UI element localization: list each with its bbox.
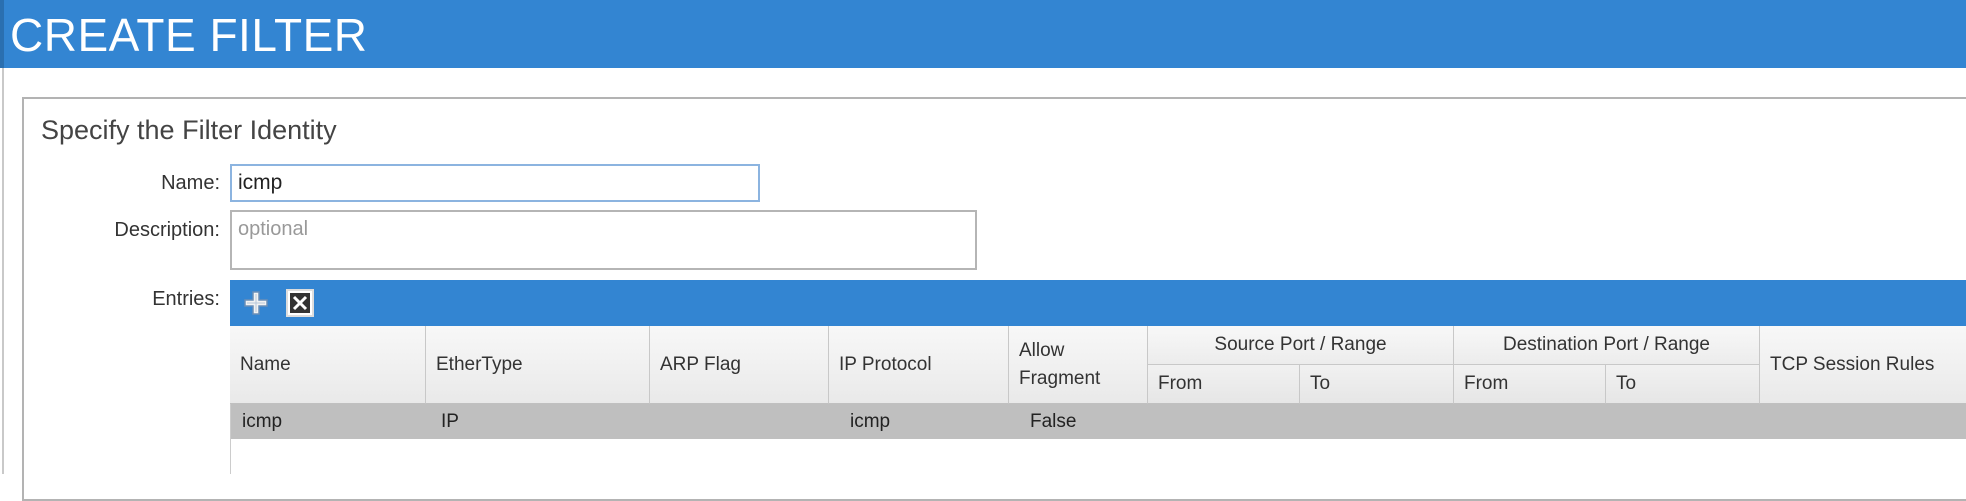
column-header-source-from[interactable]: From bbox=[1148, 365, 1300, 404]
column-header-arp-flag-label: ARP Flag bbox=[660, 354, 741, 375]
name-input[interactable]: icmp bbox=[230, 164, 760, 202]
column-header-destination-to[interactable]: To bbox=[1606, 365, 1760, 404]
title-bar: CREATE FILTER bbox=[0, 0, 1966, 68]
column-header-name[interactable]: Name bbox=[230, 326, 426, 404]
entries-label: Entries: bbox=[152, 288, 220, 310]
column-header-destination-from[interactable]: From bbox=[1454, 365, 1606, 404]
column-header-arp-flag[interactable]: ARP Flag bbox=[650, 326, 829, 404]
column-group-source-port: Source Port / Range bbox=[1148, 326, 1454, 365]
column-header-ethertype[interactable]: EtherType bbox=[426, 326, 650, 404]
name-label: Name: bbox=[161, 172, 220, 194]
column-header-allow-fragment[interactable]: Allow Fragment bbox=[1009, 326, 1148, 404]
cell-name: icmp bbox=[242, 411, 283, 432]
description-textarea[interactable]: optional bbox=[230, 210, 977, 270]
dialog-left-border bbox=[2, 68, 4, 474]
cell-allow-fragment: False bbox=[1030, 411, 1077, 432]
column-header-ip-protocol[interactable]: IP Protocol bbox=[829, 326, 1009, 404]
entries-toolbar bbox=[230, 280, 1966, 326]
column-group-destination-port: Destination Port / Range bbox=[1454, 326, 1760, 365]
table-row[interactable] bbox=[231, 404, 1966, 439]
column-header-allow-fragment-label: Allow Fragment bbox=[1019, 340, 1101, 389]
section-title: Specify the Filter Identity bbox=[41, 115, 337, 145]
column-header-tcp-session-rules[interactable]: TCP Session Rules bbox=[1760, 326, 1966, 404]
column-header-tcp-session-rules-label: TCP Session Rules bbox=[1770, 354, 1935, 375]
cell-ethertype: IP bbox=[441, 411, 459, 432]
column-header-name-label: Name bbox=[240, 354, 291, 375]
column-header-ip-protocol-label: IP Protocol bbox=[839, 354, 932, 375]
column-header-ethertype-label: EtherType bbox=[436, 354, 523, 375]
column-header-source-to[interactable]: To bbox=[1300, 365, 1454, 404]
title-bar-edge bbox=[0, 0, 4, 68]
close-box-icon[interactable] bbox=[286, 289, 314, 317]
cell-ip-protocol: icmp bbox=[850, 411, 891, 432]
dialog-title: CREATE FILTER bbox=[10, 9, 368, 61]
description-label: Description: bbox=[114, 219, 220, 241]
plus-icon[interactable] bbox=[242, 289, 270, 317]
